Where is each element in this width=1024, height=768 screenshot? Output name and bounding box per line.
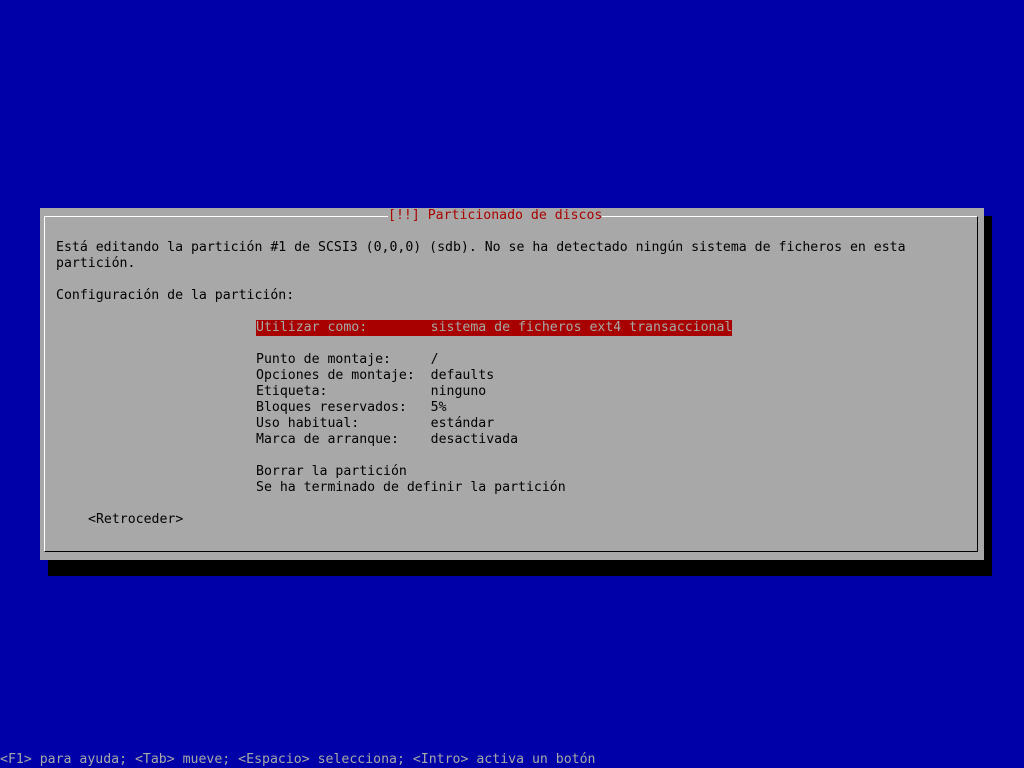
delete-partition-option[interactable]: Borrar la partición (256, 464, 407, 480)
bootable-flag-option[interactable]: Marca de arranque: desactivada (256, 432, 518, 448)
partition-dialog: [!!] Particionado de discos Está editand… (40, 208, 984, 560)
reserved-blocks-option[interactable]: Bloques reservados: 5% (256, 400, 447, 416)
section-heading: Configuración de la partición: (56, 288, 295, 303)
mount-options-option[interactable]: Opciones de montaje: defaults (256, 368, 494, 384)
back-button[interactable]: <Retroceder> (88, 512, 183, 528)
use-as-option[interactable]: Utilizar como: sistema de ficheros ext4 … (256, 320, 733, 336)
done-setting-up-option[interactable]: Se ha terminado de definir la partición (256, 480, 566, 496)
description-line-1: Está editando la partición #1 de SCSI3 (… (56, 240, 906, 255)
dialog-frame (44, 216, 978, 552)
label-option[interactable]: Etiqueta: ninguno (256, 384, 486, 400)
typical-usage-option[interactable]: Uso habitual: estándar (256, 416, 494, 432)
mount-point-option[interactable]: Punto de montaje: / (256, 352, 439, 368)
description-line-2: partición. (56, 256, 136, 271)
help-bar: <F1> para ayuda; <Tab> mueve; <Espacio> … (0, 752, 596, 767)
dialog-title: [!!] Particionado de discos (388, 208, 603, 224)
